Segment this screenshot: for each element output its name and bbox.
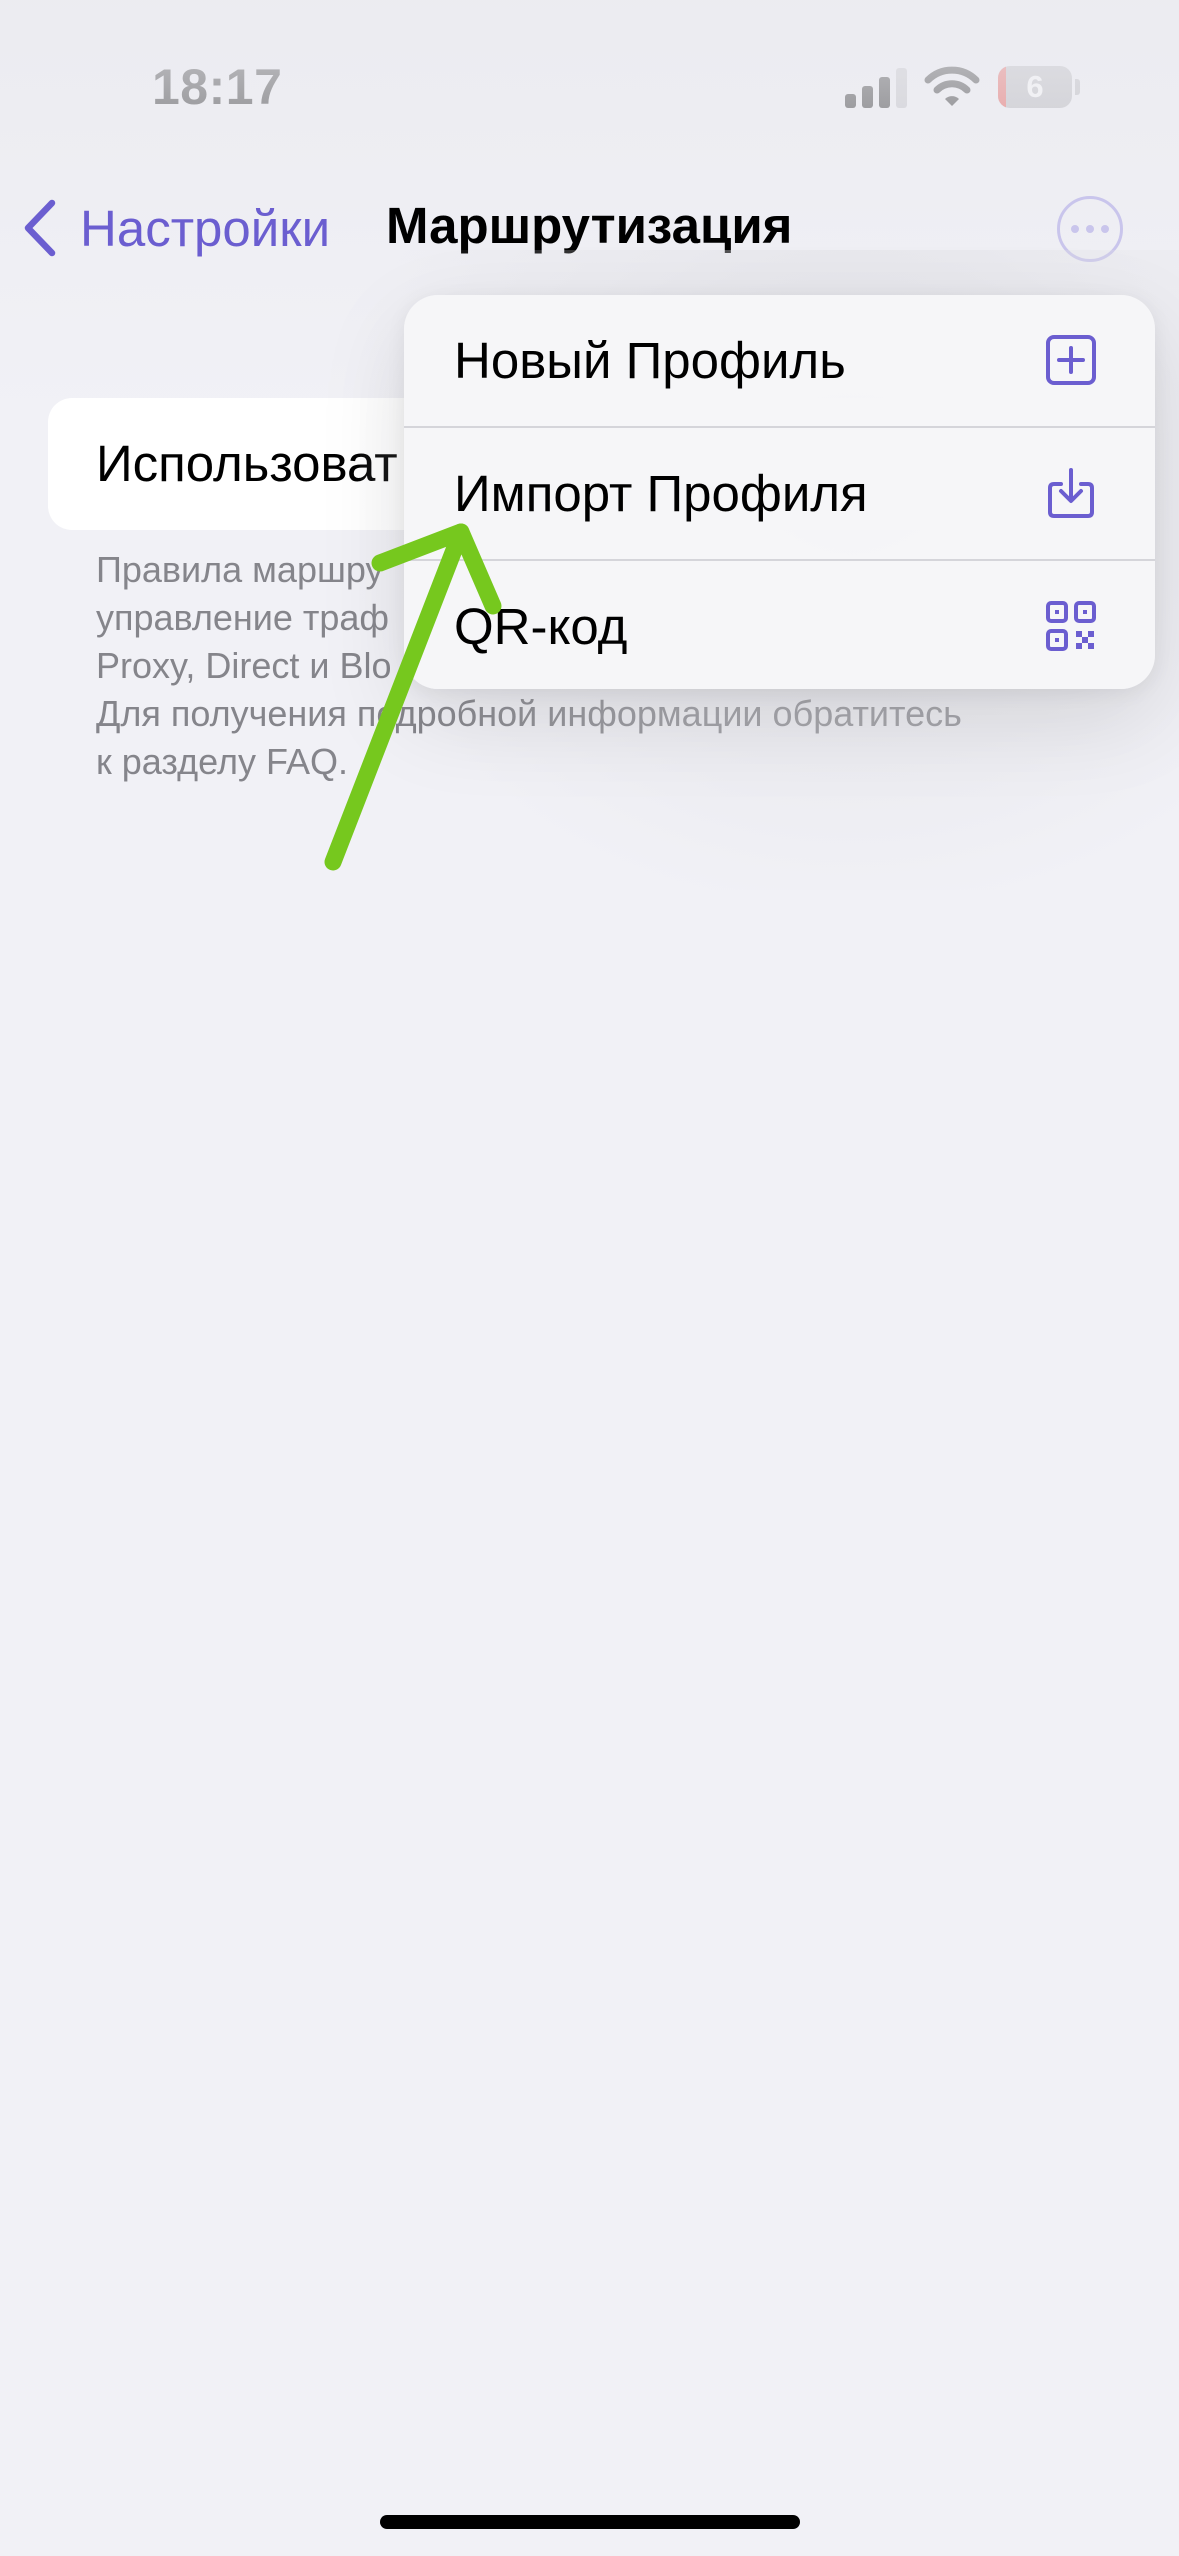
menu-item-qr-code[interactable]: QR-код [404, 561, 1155, 689]
description-line: Для получения подробной информации обрат… [96, 693, 962, 734]
description-line: к разделу FAQ. [96, 741, 348, 782]
battery-level: 6 [1026, 69, 1044, 104]
context-menu: Новый Профиль Импорт Профиля QR-код [404, 295, 1155, 689]
menu-item-label: QR-код [454, 598, 628, 655]
home-indicator[interactable] [380, 2515, 800, 2529]
menu-item-label: Новый Профиль [454, 332, 846, 389]
routing-profile-label: Использоват [96, 435, 398, 492]
wifi-icon [924, 66, 980, 106]
qr-code-icon [1046, 601, 1096, 651]
ellipsis-circle-icon [1071, 225, 1079, 233]
signal-icon [845, 68, 907, 108]
more-button[interactable] [1057, 196, 1123, 262]
menu-item-new-profile[interactable]: Новый Профиль [404, 295, 1155, 426]
menu-item-label: Импорт Профиля [454, 465, 868, 522]
ellipsis-dot [1086, 225, 1094, 233]
import-icon [1048, 468, 1094, 518]
page-title: Маршрутизация [386, 197, 793, 254]
back-label: Настройки [80, 199, 331, 257]
ellipsis-dot [1101, 225, 1109, 233]
chevron-left-icon [24, 199, 56, 257]
battery-icon: 6 [998, 66, 1080, 108]
menu-item-import-profile[interactable]: Импорт Профиля [404, 428, 1155, 559]
back-button[interactable]: Настройки [22, 190, 330, 266]
status-time: 18:17 [152, 59, 283, 115]
plus-square-icon [1046, 335, 1096, 385]
